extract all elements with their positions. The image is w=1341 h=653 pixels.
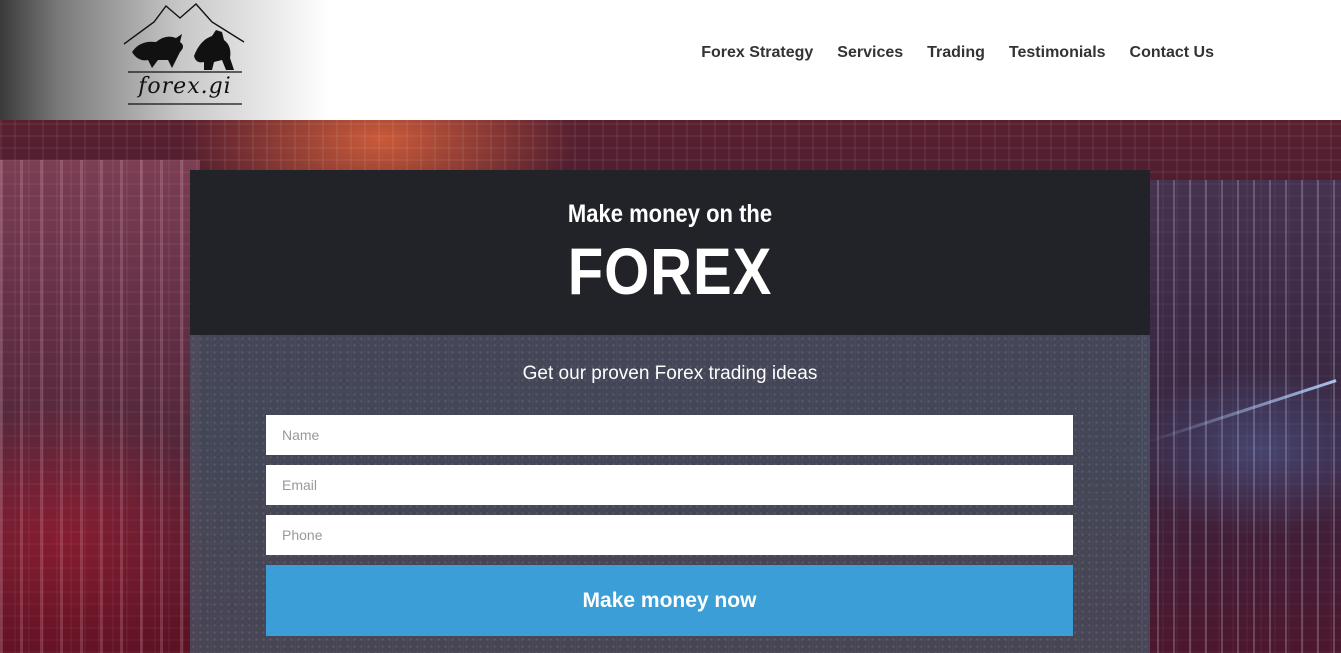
signup-form: Get our proven Forex trading ideas Make … <box>190 335 1150 653</box>
nav-services[interactable]: Services <box>837 44 903 62</box>
hero-background-city-left <box>0 160 200 653</box>
make-money-now-button[interactable]: Make money now <box>266 565 1073 636</box>
main-nav: Forex Strategy Services Trading Testimon… <box>701 44 1214 62</box>
nav-contact-us[interactable]: Contact Us <box>1130 44 1214 62</box>
hero-title: FOREX <box>567 234 773 308</box>
nav-forex-strategy[interactable]: Forex Strategy <box>701 44 813 62</box>
email-field[interactable] <box>266 465 1073 505</box>
site-header: forex.gi Forex Strategy Services Trading… <box>0 0 1341 120</box>
signup-card: Make money on the FOREX Get our proven F… <box>190 170 1150 653</box>
hero-background-city-right <box>1141 180 1341 653</box>
site-logo[interactable]: forex.gi <box>120 0 250 112</box>
nav-trading[interactable]: Trading <box>927 44 985 62</box>
hero-section: Make money on the FOREX Get our proven F… <box>0 120 1341 653</box>
nav-testimonials[interactable]: Testimonials <box>1009 44 1106 62</box>
logo-wordmark: forex.gi <box>138 74 232 99</box>
hero-tagline: Get our proven Forex trading ideas <box>522 363 818 384</box>
hero-subtitle: Make money on the <box>567 200 773 228</box>
name-field[interactable] <box>266 415 1073 455</box>
phone-field[interactable] <box>266 515 1073 555</box>
signup-card-header: Make money on the FOREX <box>190 170 1150 335</box>
